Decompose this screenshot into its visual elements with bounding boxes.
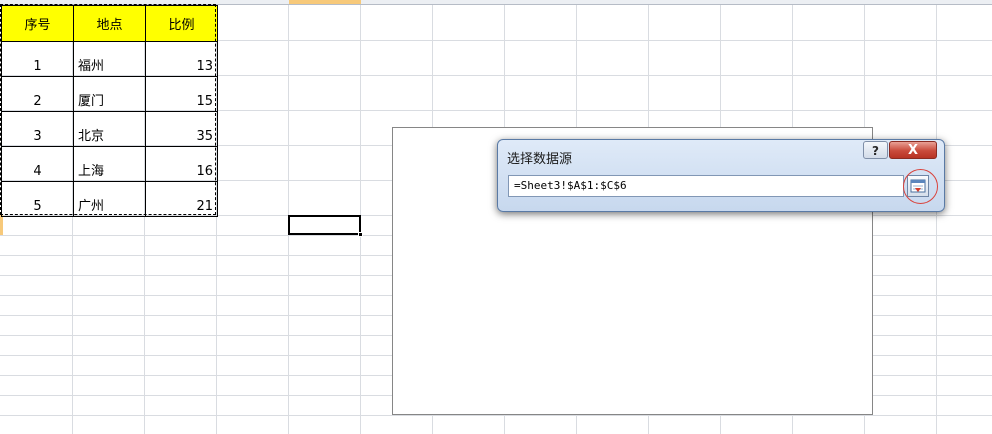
- cell-place[interactable]: 广州: [73, 181, 146, 217]
- data-table: 序号 地点 比例 1 福州 13 2 厦门 15 3 北京 35 4 上海 16…: [1, 5, 218, 217]
- cell-place[interactable]: 北京: [73, 111, 146, 147]
- header-cell-place[interactable]: 地点: [73, 5, 146, 42]
- cell-index[interactable]: 3: [1, 111, 74, 147]
- table-header-row: 序号 地点 比例: [1, 5, 218, 42]
- cell-index[interactable]: 5: [1, 181, 74, 217]
- cell-place[interactable]: 福州: [73, 41, 146, 77]
- active-cell[interactable]: [288, 215, 361, 235]
- cell-ratio[interactable]: 16: [145, 146, 218, 182]
- cell-ratio[interactable]: 35: [145, 111, 218, 147]
- cell-ratio[interactable]: 13: [145, 41, 218, 77]
- expand-dialog-icon: [910, 179, 926, 193]
- cell-place[interactable]: 上海: [73, 146, 146, 182]
- table-row: 2 厦门 15: [1, 76, 218, 112]
- select-data-source-dialog: 选择数据源 ? X =Sheet3!$A$1:$C$6: [497, 139, 945, 212]
- cell-ratio[interactable]: 21: [145, 181, 218, 217]
- cell-index[interactable]: 1: [1, 41, 74, 77]
- close-button[interactable]: X: [889, 141, 937, 159]
- active-column-header[interactable]: [289, 0, 361, 4]
- table-row: 3 北京 35: [1, 111, 218, 147]
- table-row: 4 上海 16: [1, 146, 218, 182]
- header-cell-ratio[interactable]: 比例: [145, 5, 218, 42]
- cell-index[interactable]: 4: [1, 146, 74, 182]
- table-row: 1 福州 13: [1, 41, 218, 77]
- dialog-title: 选择数据源: [507, 152, 573, 167]
- active-row-header[interactable]: [0, 215, 3, 235]
- cell-index[interactable]: 2: [1, 76, 74, 112]
- expand-dialog-button[interactable]: [907, 175, 929, 197]
- data-range-input[interactable]: =Sheet3!$A$1:$C$6: [508, 175, 904, 197]
- cell-ratio[interactable]: 15: [145, 76, 218, 112]
- spreadsheet-area[interactable]: 序号 地点 比例 1 福州 13 2 厦门 15 3 北京 35 4 上海 16…: [0, 0, 992, 434]
- fill-handle[interactable]: [358, 232, 363, 237]
- cell-place[interactable]: 厦门: [73, 76, 146, 112]
- header-cell-index[interactable]: 序号: [1, 5, 74, 42]
- help-button[interactable]: ?: [863, 141, 888, 159]
- table-row: 5 广州 21: [1, 181, 218, 217]
